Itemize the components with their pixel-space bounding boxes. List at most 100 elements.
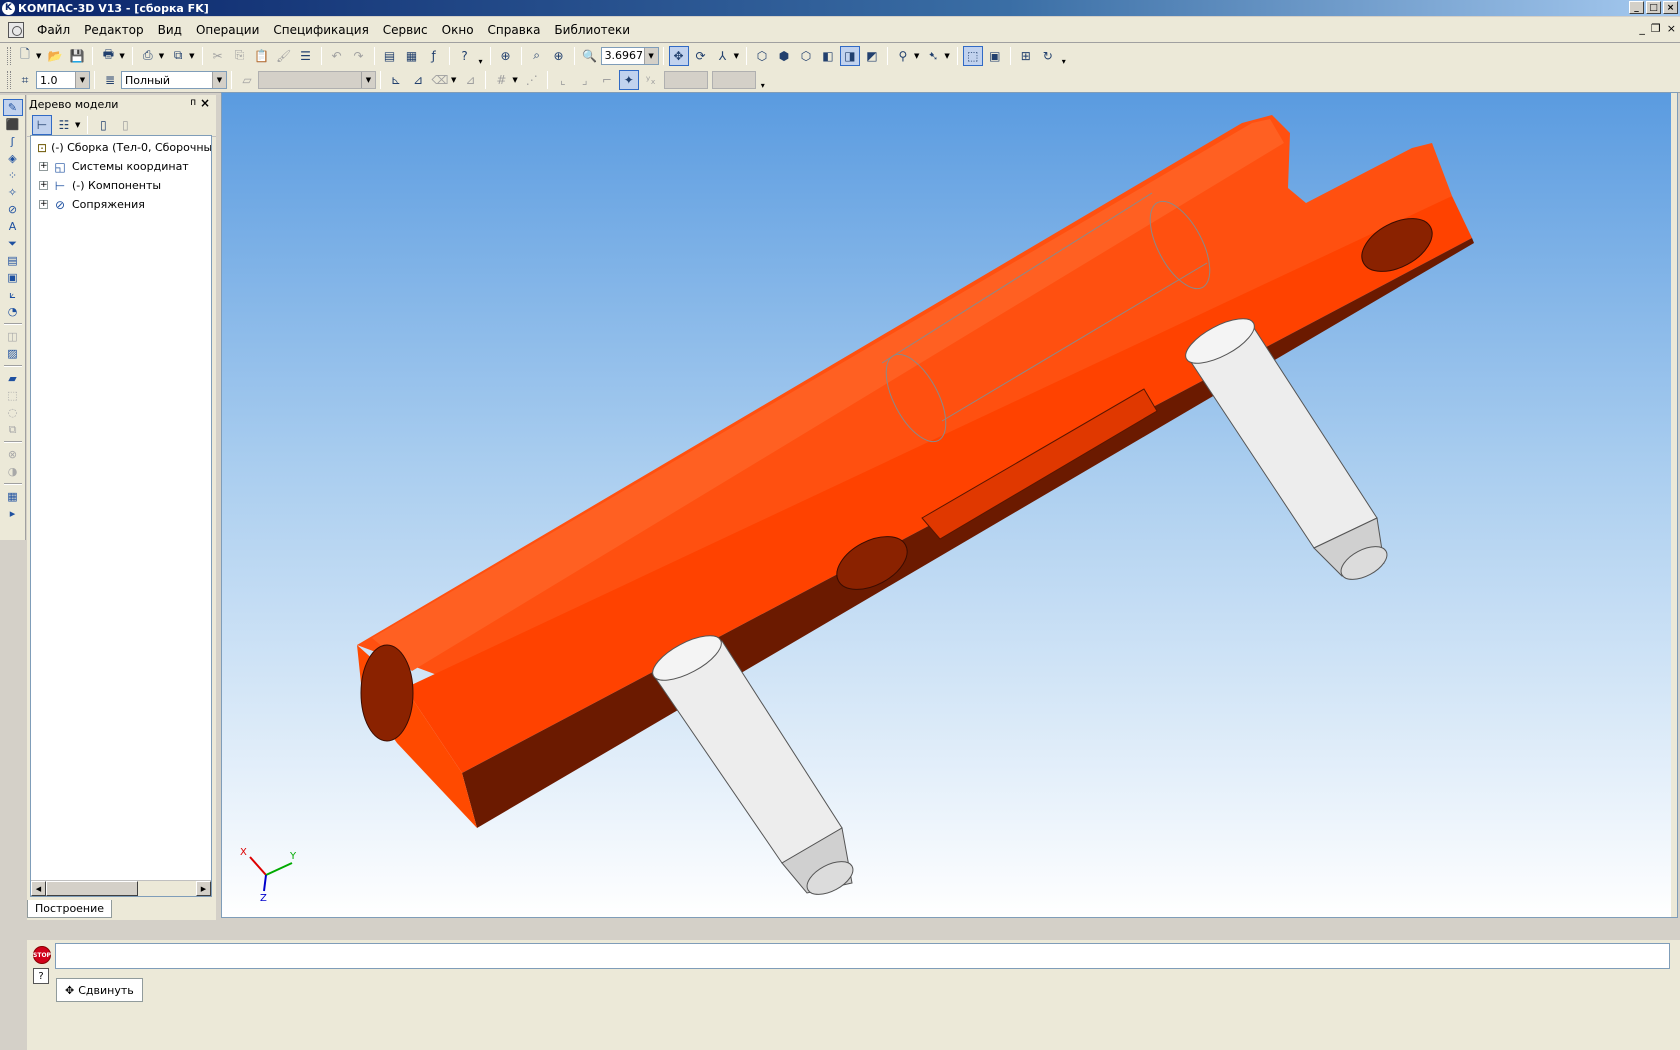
doc-minimize-button[interactable]: _ <box>1639 22 1645 35</box>
grid-icon[interactable]: # <box>491 70 511 90</box>
tree-node-assembly[interactable]: ⊡ (-) Сборка (Тел-0, Сборочных е <box>31 138 211 157</box>
preview-icon[interactable]: ⎙ <box>138 46 158 66</box>
toolbar-overflow-icon-2[interactable]: ▾ <box>1059 46 1069 66</box>
refresh-icon[interactable]: ↻ <box>1038 46 1058 66</box>
orient-icon[interactable]: ⊿ <box>408 70 428 90</box>
xy-coords-icon[interactable]: ʸₓ <box>641 70 661 90</box>
scroll-left-icon[interactable]: ◀ <box>31 881 46 896</box>
round-icon[interactable]: ⌐ <box>597 70 617 90</box>
menu-specification[interactable]: Спецификация <box>266 20 375 40</box>
doc-close-button[interactable]: × <box>1667 22 1676 35</box>
zoom-in-icon[interactable]: ⊕ <box>549 46 569 66</box>
menu-operations[interactable]: Операции <box>189 20 266 40</box>
edit-assembly-icon[interactable]: ✎ <box>2 99 23 116</box>
hidden-lines-icon[interactable]: ⬢ <box>774 46 794 66</box>
spatial-curves-icon[interactable]: ʃ <box>3 133 23 150</box>
paste-icon[interactable]: 📋 <box>252 46 272 66</box>
tree-copy-icon[interactable]: ▯ <box>115 115 135 135</box>
menu-file[interactable]: Файл <box>30 20 77 40</box>
tree-node-components[interactable]: + ⊢ (-) Компоненты <box>31 176 211 195</box>
diagnostics-icon[interactable]: ◔ <box>3 303 23 320</box>
rebuild-icon[interactable]: ⊞ <box>1016 46 1036 66</box>
close-button[interactable]: × <box>1663 1 1678 14</box>
measurements-icon[interactable]: ⟀ <box>3 286 23 303</box>
menu-service[interactable]: Сервис <box>376 20 435 40</box>
zoom-combo[interactable]: 3.6967 ▼ <box>600 46 659 65</box>
tab-pan-command[interactable]: ✥ Сдвинуть <box>56 978 143 1002</box>
tree-node-coordinate-systems[interactable]: + ◱ Системы координат <box>31 157 211 176</box>
stop-icon[interactable]: STOP <box>33 946 51 964</box>
selection-icon[interactable]: ➷ <box>923 46 943 66</box>
local-cs-icon[interactable]: ⌞ <box>553 70 573 90</box>
document-icon[interactable] <box>8 21 24 38</box>
layout-dropdown-arrow[interactable]: ▼ <box>189 52 194 60</box>
rotate-component-icon[interactable]: ◌ <box>3 404 23 421</box>
cut-icon[interactable]: ✂ <box>208 46 228 66</box>
tree-structure-icon[interactable]: ⊢ <box>32 114 52 135</box>
tree-document-icon[interactable]: ▯ <box>93 115 113 135</box>
menu-libraries[interactable]: Библиотеки <box>547 20 637 40</box>
copy-component-icon[interactable]: ⧉ <box>3 421 23 438</box>
expand-icon[interactable]: + <box>39 181 48 190</box>
tab-construction[interactable]: Построение <box>27 900 113 918</box>
selection-dropdown-arrow[interactable]: ▼ <box>944 52 949 60</box>
step-combo[interactable]: 1.0 ▼ <box>36 71 90 89</box>
halftone-icon[interactable]: ◧ <box>818 46 838 66</box>
coord-x-field[interactable] <box>663 71 708 89</box>
snap-icon[interactable]: ⋰ <box>522 70 542 90</box>
toolbar-grip[interactable] <box>7 46 11 65</box>
help-icon[interactable]: ? <box>33 968 49 984</box>
specification-icon[interactable]: ▤ <box>3 252 23 269</box>
tree-node-mates[interactable]: + ⊘ Сопряжения <box>31 195 211 214</box>
mates-toolbar-icon[interactable]: ⊘ <box>3 201 23 218</box>
properties-panel-icon[interactable]: ▦ <box>3 488 23 505</box>
surfaces-icon[interactable]: ◈ <box>3 150 23 167</box>
format-brush-icon[interactable]: 🖌 <box>274 46 294 66</box>
reports-icon[interactable]: ▣ <box>3 269 23 286</box>
expand-arrow-icon[interactable]: ▸ <box>3 505 23 522</box>
filters-icon[interactable]: ⏷ <box>3 235 23 252</box>
eraser-dropdown-arrow[interactable]: ▼ <box>451 76 456 84</box>
zoom-all-icon[interactable]: ⌕ <box>527 46 547 66</box>
print-dropdown-arrow[interactable]: ▼ <box>119 52 124 60</box>
expand-icon[interactable]: + <box>39 200 48 209</box>
menu-view[interactable]: Вид <box>151 20 189 40</box>
component-insert-icon[interactable]: ▨ <box>3 345 23 362</box>
grid-dropdown-arrow[interactable]: ▼ <box>512 76 517 84</box>
zoom-window-icon[interactable]: ⊕ <box>496 46 516 66</box>
coordinate-axes-icon[interactable]: ⊾ <box>386 70 406 90</box>
grid-step-icon[interactable]: ⌗ <box>15 70 35 90</box>
variables-fx-icon[interactable]: ƒ <box>424 46 444 66</box>
eraser-icon[interactable]: ⌫ <box>430 70 450 90</box>
plane-combo[interactable]: ▼ <box>258 71 376 89</box>
copy-icon[interactable]: ⎘ <box>230 46 250 66</box>
measure-icon[interactable]: ⊿ <box>460 70 480 90</box>
model-viewport[interactable]: X Y Z <box>221 92 1678 918</box>
dimensions-icon[interactable]: A <box>3 218 23 235</box>
new-dropdown-arrow[interactable]: ▼ <box>36 52 41 60</box>
halftone-edges-icon[interactable]: ◨ <box>839 45 860 66</box>
new-document-icon[interactable]: 🗋 <box>15 46 35 66</box>
chevron-down-icon[interactable]: ▼ <box>212 72 226 88</box>
pin-icon[interactable]: ᴨ <box>190 97 196 108</box>
manager-icon[interactable]: ▤ <box>380 46 400 66</box>
filter-icon[interactable]: ⚲ <box>893 46 913 66</box>
chevron-down-icon[interactable]: ▼ <box>75 72 89 88</box>
menu-window[interactable]: Окно <box>435 20 481 40</box>
tree-display-dropdown[interactable]: ▼ <box>75 121 80 129</box>
tree-display-icon[interactable]: ☷ <box>54 115 74 135</box>
pan-icon[interactable]: ✥ <box>668 45 689 66</box>
coord-y-field[interactable] <box>711 71 756 89</box>
properties-icon[interactable]: ☰ <box>296 46 316 66</box>
expand-icon[interactable]: + <box>39 162 48 171</box>
body-icon[interactable]: ▰ <box>3 370 23 387</box>
help-pointer-icon[interactable]: ? <box>455 46 475 66</box>
orientation-icon[interactable]: ⅄ <box>713 46 733 66</box>
scroll-right-icon[interactable]: ▶ <box>196 881 211 896</box>
zoom-scale-icon[interactable]: 🔍 <box>580 46 600 66</box>
wireframe-icon[interactable]: ⬡ <box>752 46 772 66</box>
preview-dropdown-arrow[interactable]: ▼ <box>159 52 164 60</box>
undo-icon[interactable]: ↶ <box>327 46 347 66</box>
perspective-icon[interactable]: ◩ <box>862 46 882 66</box>
arrays-icon[interactable]: ⁘ <box>3 167 23 184</box>
